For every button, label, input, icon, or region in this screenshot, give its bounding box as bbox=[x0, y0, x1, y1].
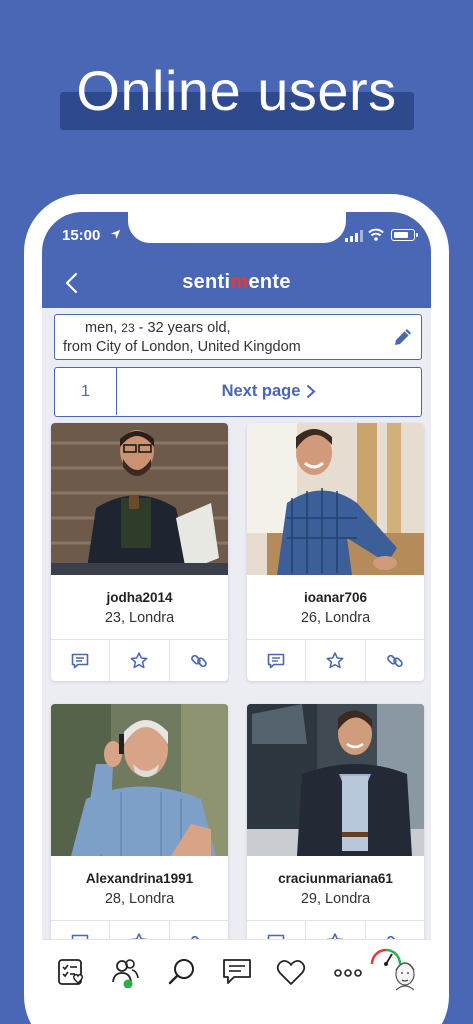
user-photo[interactable] bbox=[247, 423, 424, 575]
headline: Online users bbox=[76, 59, 397, 122]
user-photo[interactable] bbox=[247, 704, 424, 856]
bottom-navigation bbox=[42, 939, 431, 1024]
link-icon bbox=[386, 654, 403, 667]
link-button[interactable] bbox=[170, 640, 228, 681]
checklist-icon[interactable] bbox=[55, 956, 87, 988]
signal-icon bbox=[345, 230, 363, 242]
users-online-icon[interactable] bbox=[109, 956, 141, 988]
user-card[interactable]: craciunmariana61 29, Londra bbox=[247, 704, 424, 962]
location-arrow-icon bbox=[110, 229, 121, 240]
app-screen: 15:00 sentimente men, 23 - 32 years old,… bbox=[42, 212, 431, 1024]
user-age-city: 28, Londra bbox=[104, 891, 175, 907]
card-actions bbox=[247, 639, 424, 681]
search-filter-box[interactable]: men, 23 - 32 years old, from City of Lon… bbox=[54, 314, 422, 360]
filter-summary: men, 23 - 32 years old, from City of Lon… bbox=[63, 320, 301, 355]
username: Alexandrina1991 bbox=[85, 871, 194, 886]
user-card[interactable]: ioanar706 26, Londra bbox=[247, 423, 424, 681]
notch bbox=[128, 212, 346, 243]
user-photo[interactable] bbox=[51, 423, 228, 575]
next-page-button[interactable]: Next page bbox=[117, 368, 421, 415]
app-logo: sentimente bbox=[182, 271, 291, 293]
message-button[interactable] bbox=[247, 640, 307, 681]
battery-icon bbox=[391, 229, 418, 241]
user-age-city: 29, Londra bbox=[300, 891, 371, 907]
message-button[interactable] bbox=[51, 640, 111, 681]
card-actions bbox=[51, 639, 228, 681]
message-icon bbox=[267, 653, 285, 668]
status-time: 15:00 bbox=[62, 227, 101, 244]
top-bar: 15:00 sentimente bbox=[42, 212, 431, 308]
page-number[interactable]: 1 bbox=[55, 368, 117, 415]
messages-icon[interactable] bbox=[221, 956, 253, 988]
username: jodha2014 bbox=[106, 590, 173, 605]
link-icon bbox=[190, 654, 207, 667]
pagination: 1 Next page bbox=[54, 367, 422, 417]
star-icon bbox=[131, 652, 148, 669]
chevron-right-icon bbox=[307, 385, 316, 398]
heart-icon[interactable] bbox=[275, 956, 307, 988]
username: ioanar706 bbox=[303, 590, 368, 605]
favorite-button[interactable] bbox=[110, 640, 170, 681]
user-card[interactable]: Alexandrina1991 28, Londra bbox=[51, 704, 228, 962]
username: craciunmariana61 bbox=[278, 871, 393, 886]
search-icon[interactable] bbox=[166, 956, 198, 988]
wifi-icon bbox=[368, 228, 384, 241]
link-button[interactable] bbox=[366, 640, 424, 681]
message-icon bbox=[71, 653, 89, 668]
user-photo[interactable] bbox=[51, 704, 228, 856]
user-age-city: 23, Londra bbox=[104, 610, 175, 626]
pencil-icon[interactable] bbox=[392, 326, 414, 348]
profile-speedometer-icon[interactable] bbox=[368, 942, 420, 992]
star-icon bbox=[327, 652, 344, 669]
favorite-button[interactable] bbox=[306, 640, 366, 681]
more-icon[interactable] bbox=[332, 956, 364, 988]
user-age-city: 26, Londra bbox=[300, 610, 371, 626]
user-card[interactable]: jodha2014 23, Londra bbox=[51, 423, 228, 681]
